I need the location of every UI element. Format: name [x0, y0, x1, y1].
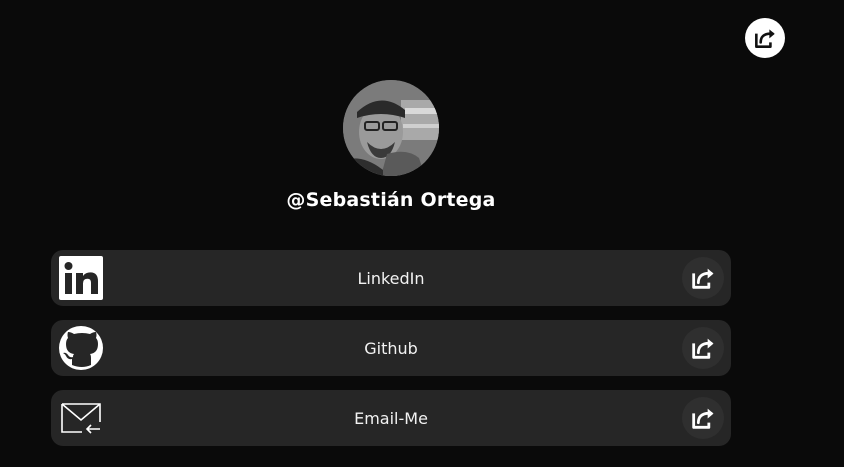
link-card-linkedin[interactable]: LinkedIn	[51, 250, 731, 306]
share-icon	[692, 338, 714, 359]
share-link-button[interactable]	[682, 327, 724, 369]
link-tree-page: @Sebastián Ortega LinkedIn Github Email-…	[0, 0, 844, 467]
share-icon	[692, 268, 714, 289]
linkedin-icon	[58, 255, 104, 301]
share-link-button[interactable]	[682, 397, 724, 439]
link-card-github[interactable]: Github	[51, 320, 731, 376]
share-profile-button[interactable]	[745, 18, 785, 58]
link-label: Email-Me	[354, 408, 428, 428]
link-list: LinkedIn Github Email-Me	[51, 250, 731, 460]
avatar-photo	[343, 80, 439, 176]
email-icon	[58, 395, 104, 441]
github-icon	[58, 325, 104, 371]
link-card-email[interactable]: Email-Me	[51, 390, 731, 446]
share-icon	[755, 29, 775, 48]
link-label: LinkedIn	[357, 268, 425, 288]
profile-username: @Sebastián Ortega	[286, 189, 496, 211]
link-label: Github	[364, 338, 418, 358]
share-icon	[692, 408, 714, 429]
avatar	[343, 80, 439, 176]
share-link-button[interactable]	[682, 257, 724, 299]
